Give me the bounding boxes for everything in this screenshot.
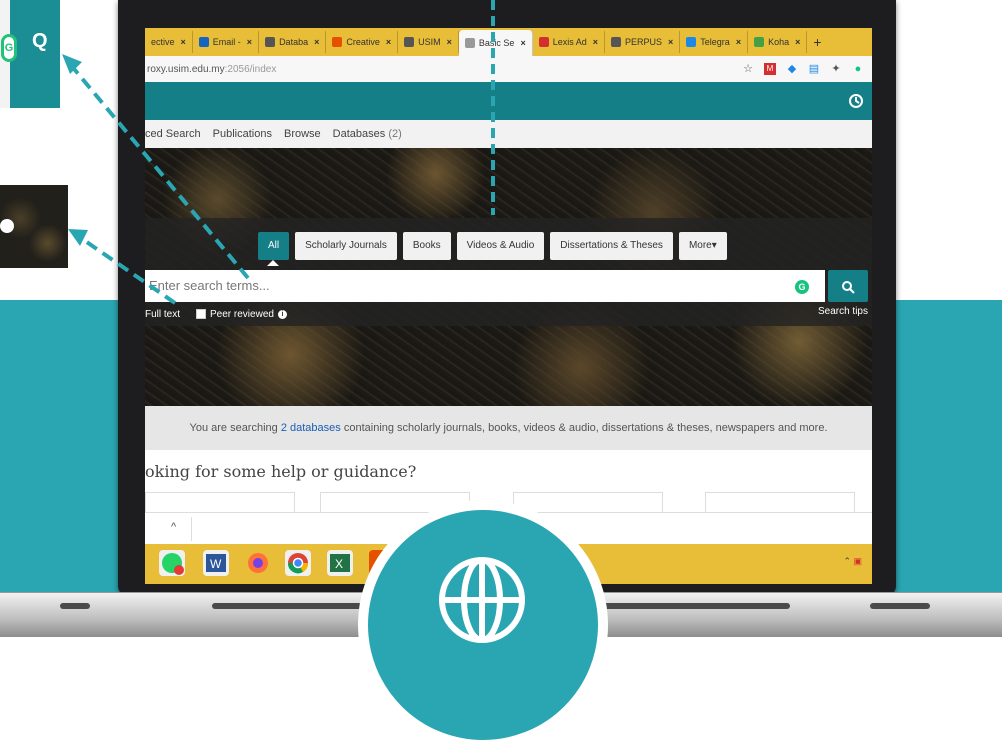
tab-label: Telegra [700, 37, 730, 47]
divider [191, 517, 192, 541]
close-icon[interactable]: × [247, 37, 252, 47]
search-button[interactable] [828, 270, 868, 302]
new-tab-button[interactable]: + [807, 34, 827, 50]
star-icon[interactable]: ☆ [742, 63, 754, 75]
browser-tab[interactable]: PERPUS × [605, 31, 681, 53]
tab-label: ective [151, 37, 175, 47]
close-icon[interactable]: × [386, 37, 391, 47]
extension-icons: ☆ M ◆ ▤ ✦ ● [742, 63, 872, 75]
search-input[interactable]: Enter search terms... [145, 270, 825, 302]
tab-label: Koha [768, 37, 790, 47]
help-heading: oking for some help or guidance? [145, 462, 417, 481]
browser-tab[interactable]: Lexis Ad × [533, 31, 605, 53]
tab-scholarly-journals[interactable]: Scholarly Journals [295, 232, 397, 260]
grammarly-icon[interactable]: G [795, 280, 809, 294]
tab-favicon-icon [611, 37, 621, 47]
tab-label: Email - [212, 37, 241, 47]
firefox-icon[interactable] [245, 550, 271, 576]
close-icon[interactable]: × [593, 37, 598, 47]
puzzle-icon[interactable]: ✦ [830, 63, 842, 75]
word-icon[interactable]: W [203, 550, 229, 576]
tab-strip: ective × Email - × Databa × Creative × USIM × Basi… [145, 28, 872, 56]
close-icon[interactable]: × [736, 37, 741, 47]
full-text-filter[interactable]: Full text [145, 309, 180, 320]
close-icon[interactable]: × [668, 37, 673, 47]
nav-databases[interactable]: Databases (2) [333, 128, 402, 140]
globe-badge [358, 500, 608, 750]
tab-label: Basic Se [478, 38, 515, 48]
tab-all[interactable]: All [258, 232, 290, 260]
tray-icons: ⌃ ▣ [843, 556, 862, 566]
browser-tab[interactable]: Basic Se × [458, 30, 533, 56]
tab-favicon-icon [464, 38, 475, 48]
tab-dissertations-theses[interactable]: Dissertations & Theses [550, 232, 673, 260]
close-icon[interactable]: × [181, 37, 186, 47]
chrome-icon[interactable] [285, 550, 311, 576]
checkbox-circle-icon [0, 219, 14, 233]
tab-favicon-icon [538, 37, 549, 47]
tab-favicon-icon [686, 37, 697, 47]
content-type-tabs: All Scholarly Journals Books Videos & Au… [258, 232, 727, 260]
search-row: Enter search terms... G [145, 270, 872, 302]
site-nav: ced Search Publications Browse Databases… [145, 120, 872, 148]
search-icon: Q [32, 30, 48, 52]
zoom-inset-checkbox [0, 185, 68, 268]
url-text[interactable]: roxy.usim.edu.my:2056/index [145, 64, 742, 75]
close-icon[interactable]: × [520, 38, 525, 48]
tab-label: Databa [279, 37, 309, 47]
globe-icon [439, 557, 525, 643]
history-icon[interactable] [848, 93, 864, 109]
search-filters: Full text Peer reviewed i Search tips [145, 306, 872, 322]
svg-text:W: W [210, 557, 222, 571]
whatsapp-icon[interactable] [159, 550, 185, 576]
browser-tab[interactable]: Creative × [326, 31, 399, 53]
address-bar[interactable]: roxy.usim.edu.my:2056/index ☆ M ◆ ▤ ✦ ● [145, 56, 872, 82]
browser-tab[interactable]: Koha × [748, 31, 808, 53]
document-icon[interactable]: ▤ [808, 63, 820, 75]
tab-label: Lexis Ad [552, 37, 587, 47]
tab-label: USIM [418, 37, 441, 47]
tab-label: PERPUS [625, 37, 663, 47]
peer-reviewed-label: Peer reviewed [210, 308, 274, 320]
search-tips-link[interactable]: Search tips [818, 306, 868, 317]
arrow-head-icon [68, 229, 88, 246]
tab-books[interactable]: Books [402, 232, 451, 260]
tab-favicon-icon [404, 37, 415, 47]
browser-tab[interactable]: Email - × [193, 31, 260, 53]
close-icon[interactable]: × [447, 37, 452, 47]
svg-text:X: X [335, 557, 343, 571]
zoom-inset-search-button: G Q [0, 0, 60, 108]
close-icon[interactable]: × [795, 37, 800, 47]
browser-tab[interactable]: Databa × [259, 31, 327, 53]
tab-favicon-icon [754, 37, 765, 47]
grammarly-icon[interactable]: ● [852, 63, 864, 75]
peer-reviewed-checkbox[interactable] [196, 309, 207, 319]
nav-publications[interactable]: Publications [213, 128, 272, 140]
chevron-up-icon[interactable]: ^ [171, 521, 176, 533]
extension-icon[interactable]: ◆ [786, 63, 798, 75]
grammarly-icon: G [1, 34, 17, 62]
databases-link[interactable]: 2 databases [281, 422, 341, 434]
search-icon [842, 281, 855, 295]
tab-label: Creative [346, 37, 380, 47]
tab-favicon-icon [265, 37, 276, 47]
arrow-head-icon [62, 54, 82, 74]
tab-favicon-icon [198, 37, 209, 47]
databases-notice: You are searching 2 databases containing… [145, 406, 872, 450]
browser-tab[interactable]: ective × [145, 31, 193, 53]
mendeley-icon[interactable]: M [764, 63, 776, 75]
active-tab-pointer [267, 260, 279, 266]
tab-favicon-icon [332, 37, 343, 47]
excel-icon[interactable]: X [327, 550, 353, 576]
browser-tab[interactable]: Telegra × [680, 31, 749, 53]
nav-browse[interactable]: Browse [284, 128, 321, 140]
tab-more[interactable]: More▾ [678, 232, 727, 260]
browser-tab[interactable]: USIM × [398, 31, 459, 53]
close-icon[interactable]: × [314, 37, 319, 47]
site-header [145, 82, 872, 120]
tab-videos-audio[interactable]: Videos & Audio [456, 232, 545, 260]
info-icon[interactable]: i [277, 309, 287, 319]
browser-screen: ective × Email - × Databa × Creative × USIM × Basi… [145, 28, 872, 584]
nav-advanced-search[interactable]: ced Search [145, 128, 201, 140]
